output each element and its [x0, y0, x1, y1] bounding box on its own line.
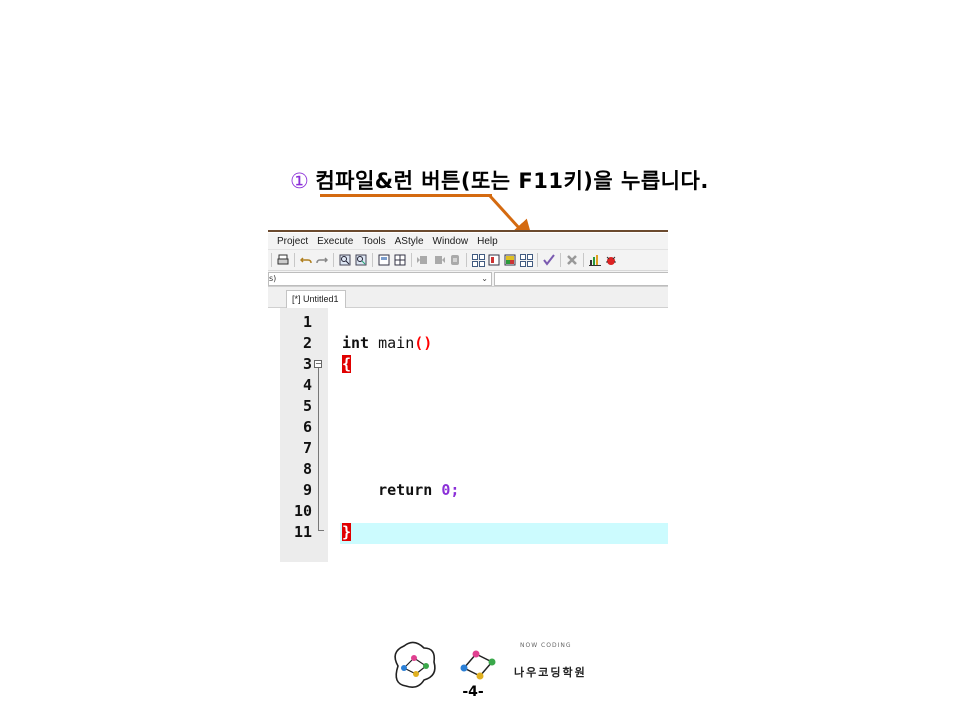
brand-name: 나우코딩학원 [514, 664, 587, 680]
function-name: main [378, 334, 414, 352]
toolbar-separator [271, 253, 272, 267]
line-number: 11 [286, 522, 312, 543]
nav-back-icon[interactable] [416, 253, 430, 267]
fold-guide-end [318, 530, 324, 531]
diamond-logo-icon [458, 646, 498, 686]
line-number: 3 [286, 354, 312, 375]
class-combobox[interactable]: s) ⌄ [268, 272, 492, 286]
page-number: -4- [458, 684, 488, 700]
replace-icon[interactable] [354, 253, 368, 267]
open-brace: { [342, 355, 351, 373]
toolbar [268, 249, 668, 271]
stop-icon[interactable] [565, 253, 579, 267]
chevron-down-icon[interactable]: ⌄ [481, 273, 488, 285]
line-number: 1 [286, 312, 312, 333]
line-number: 8 [286, 459, 312, 480]
editor-tabstrip: [*] Untitled1 [268, 287, 668, 308]
chart-icon[interactable] [588, 253, 602, 267]
instruction-caption: ①컴파일&런 버튼(또는 F11키)을 누릅니다. [290, 165, 760, 197]
line-number: 2 [286, 333, 312, 354]
toolbar-separator [537, 253, 538, 267]
menu-project[interactable]: Project [277, 236, 308, 247]
menu-help[interactable]: Help [477, 236, 498, 247]
code-line-9: return 0; [342, 480, 459, 501]
brand-arc-text: NOW CODING [520, 642, 572, 649]
nav-forward-icon[interactable] [432, 253, 446, 267]
footer-logos: NOW CODING 나우코딩학원 [380, 632, 600, 702]
menu-tools[interactable]: Tools [362, 236, 385, 247]
semicolon: ; [450, 481, 459, 499]
toolbar-separator [411, 253, 412, 267]
window-top-border [268, 230, 668, 232]
compile-run-icon[interactable] [503, 253, 517, 267]
tab-untitled1[interactable]: [*] Untitled1 [286, 290, 346, 308]
keyword: int [342, 334, 369, 352]
menu-astyle[interactable]: AStyle [395, 236, 424, 247]
parentheses: () [414, 334, 432, 352]
compile-icon[interactable] [471, 253, 485, 267]
step-number: ① [290, 169, 309, 193]
check-icon[interactable] [542, 253, 556, 267]
caption-underline [320, 194, 492, 197]
toolbar-separator [583, 253, 584, 267]
current-line-highlight [340, 523, 668, 544]
brain-logo-icon [386, 636, 446, 696]
line-number: 4 [286, 375, 312, 396]
redo-icon[interactable] [315, 253, 329, 267]
ide-screenshot: Project Execute Tools AStyle Window Help [268, 230, 668, 562]
menu-execute[interactable]: Execute [317, 236, 353, 247]
code-line-11: } [342, 522, 351, 543]
toolbar-separator [294, 253, 295, 267]
line-number: 9 [286, 480, 312, 501]
combo-row: s) ⌄ [268, 271, 668, 287]
toolbar-separator [333, 253, 334, 267]
find-icon[interactable] [338, 253, 352, 267]
print-icon[interactable] [276, 253, 290, 267]
close-brace: } [342, 523, 351, 541]
line-number: 7 [286, 438, 312, 459]
menu-bar: Project Execute Tools AStyle Window Help [268, 233, 668, 249]
run-icon[interactable] [487, 253, 501, 267]
rebuild-icon[interactable] [519, 253, 533, 267]
keyword: return [378, 481, 432, 499]
line-number: 6 [286, 417, 312, 438]
bookmark-icon[interactable] [448, 253, 462, 267]
toolbar-separator [466, 253, 467, 267]
split-icon[interactable] [393, 253, 407, 267]
fold-guide [318, 368, 319, 530]
instruction-text: 컴파일&런 버튼(또는 F11키)을 누릅니다. [315, 169, 708, 193]
window-icon[interactable] [377, 253, 391, 267]
member-combobox[interactable] [494, 272, 668, 286]
line-number: 5 [286, 396, 312, 417]
debug-icon[interactable] [604, 253, 618, 267]
line-number: 10 [286, 501, 312, 522]
fold-toggle-icon[interactable]: − [314, 360, 322, 368]
toolbar-separator [560, 253, 561, 267]
undo-icon[interactable] [299, 253, 313, 267]
menu-window[interactable]: Window [433, 236, 469, 247]
combobox-value: s) [269, 274, 276, 283]
code-line-3: { [342, 354, 351, 375]
code-editor[interactable]: 1 2 3 4 5 6 7 8 9 10 11 − int main() { r… [280, 308, 668, 562]
toolbar-separator [372, 253, 373, 267]
code-line-2: int main() [342, 333, 432, 354]
